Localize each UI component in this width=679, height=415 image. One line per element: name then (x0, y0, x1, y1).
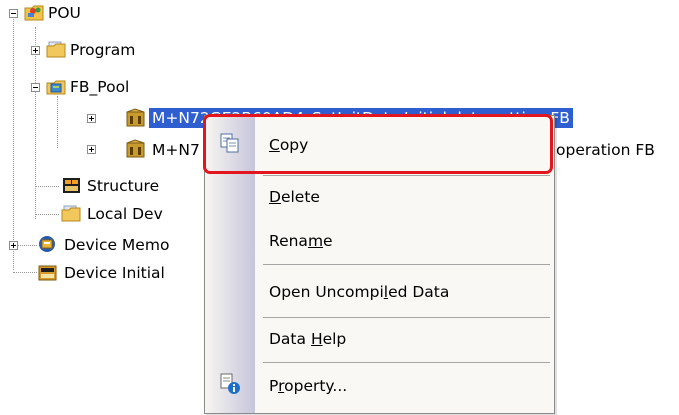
menu-item-delete-label: Delete (269, 188, 320, 206)
expand-fb2-toggle[interactable] (87, 145, 96, 154)
menu-item-property-label: Property... (269, 377, 348, 395)
tree-guide-line (13, 17, 14, 270)
collapse-fb-pool-toggle[interactable] (31, 83, 40, 92)
menu-item-rename[interactable]: Rename (256, 223, 554, 259)
tree-label-fb2-tail: operation FB (556, 141, 655, 159)
menu-item-open-uncompiled-data[interactable]: Open Uncompiled Data (256, 274, 554, 310)
menu-item-property[interactable]: Property... (256, 368, 554, 404)
menu-item-data-help-label: Data Help (269, 330, 347, 348)
tree-label-structured[interactable]: Structure (87, 176, 159, 196)
expand-program-toggle[interactable] (31, 46, 40, 55)
pou-folder-icon (24, 5, 44, 21)
highlight-callout-box (203, 114, 553, 174)
structured-data-icon (63, 178, 80, 193)
property-icon (220, 373, 240, 394)
tree-guide-line (35, 214, 59, 215)
menu-item-open-uncompiled-data-label: Open Uncompiled Data (269, 283, 450, 301)
device-initial-icon (38, 265, 57, 281)
menu-item-data-help[interactable]: Data Help (256, 321, 554, 357)
menu-item-rename-label: Rename (269, 232, 333, 250)
menu-separator (263, 317, 550, 318)
menu-separator (263, 264, 550, 265)
fb-block-icon (126, 108, 145, 127)
folder-icon (61, 205, 81, 222)
collapse-pou-toggle[interactable] (9, 9, 18, 18)
tree-label-pou[interactable]: POU (48, 3, 81, 23)
menu-item-delete[interactable]: Delete (256, 179, 554, 215)
expand-device-memory-toggle[interactable] (9, 241, 18, 250)
tree-label-program[interactable]: Program (70, 40, 135, 60)
folder-icon (46, 41, 66, 58)
device-memory-icon (39, 236, 55, 252)
tree-label-local-device[interactable]: Local Dev (87, 204, 163, 224)
fb-block-icon (126, 139, 145, 158)
tree-label-fb-pool[interactable]: FB_Pool (70, 77, 129, 97)
tree-label-fb2[interactable]: M+N7 (152, 140, 200, 160)
fb-folder-icon (46, 80, 66, 95)
tree-label-device-memory[interactable]: Device Memo (64, 235, 169, 255)
menu-separator (263, 362, 550, 363)
tree-guide-line (13, 272, 37, 273)
tree-guide-line (57, 96, 58, 148)
tree-guide-line (35, 27, 36, 219)
tree-guide-line (35, 186, 59, 187)
expand-fb1-toggle[interactable] (87, 114, 96, 123)
tree-label-device-initial[interactable]: Device Initial (64, 263, 165, 283)
menu-separator (263, 175, 550, 176)
